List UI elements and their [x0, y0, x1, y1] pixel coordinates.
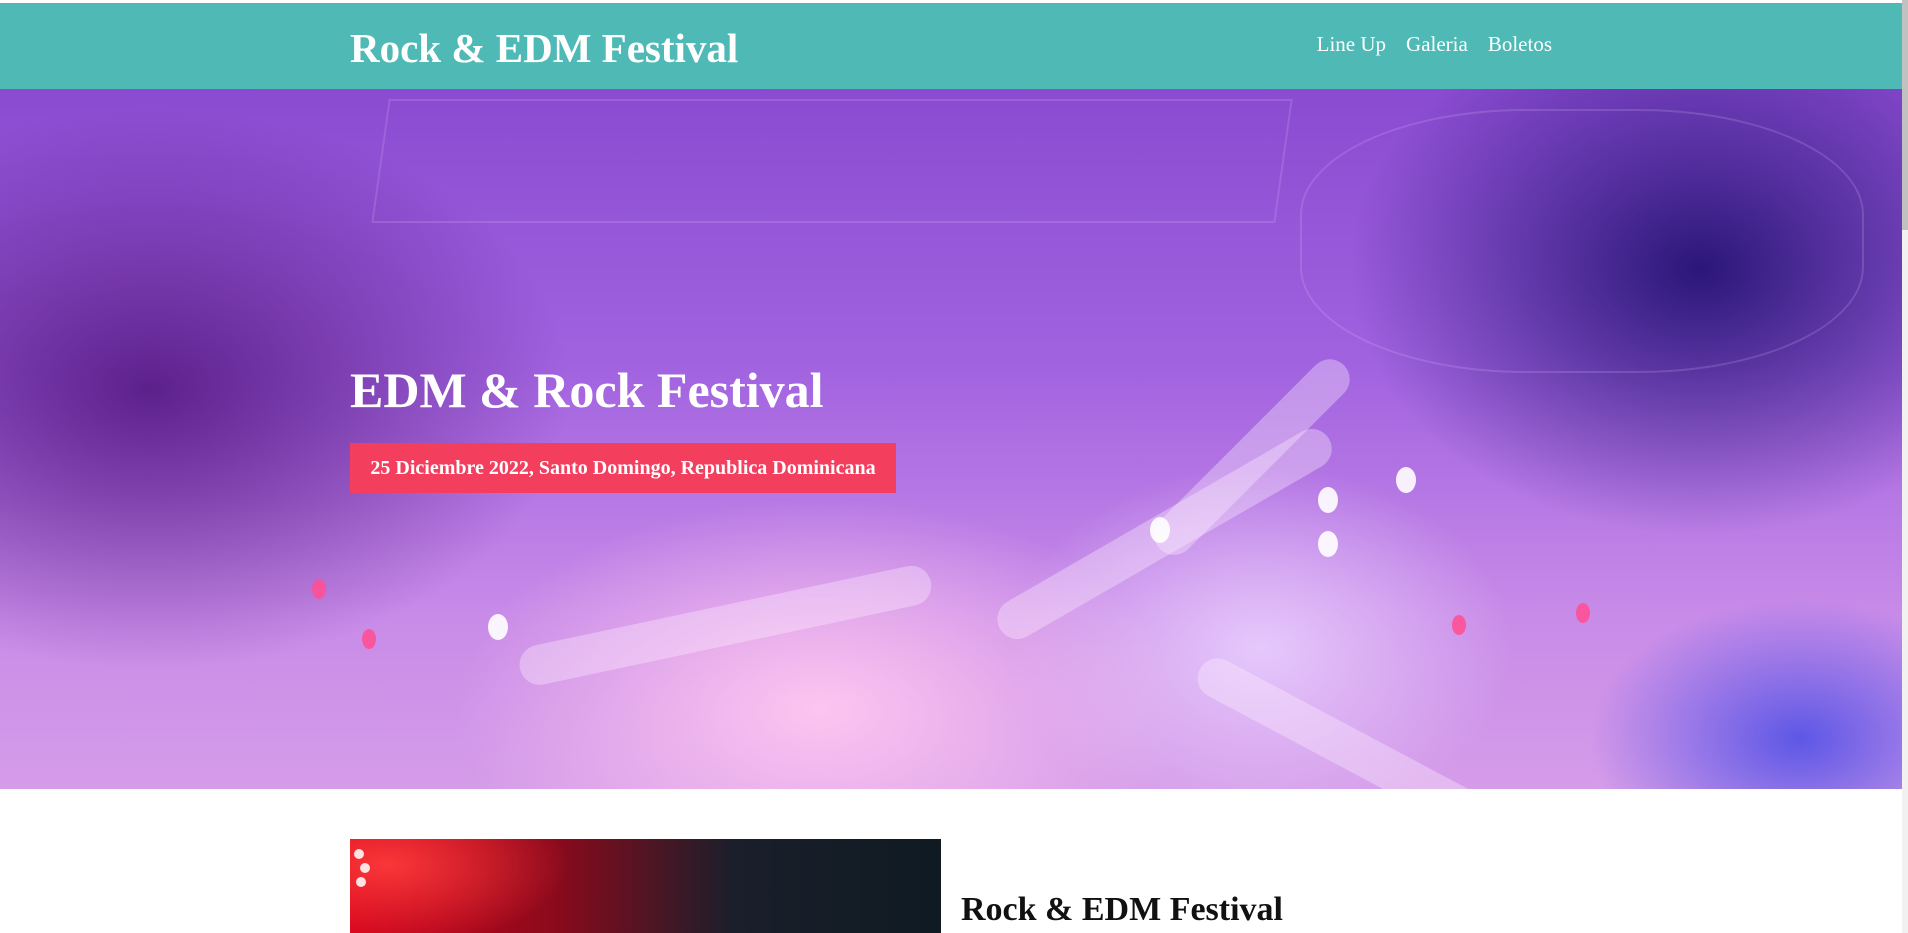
nav-boletos[interactable]: Boletos: [1488, 29, 1552, 59]
stage-spotlight: [1396, 467, 1416, 493]
stage-spotlight: [1318, 531, 1338, 557]
site-title[interactable]: Rock & EDM Festival: [350, 22, 738, 74]
site-header: Rock & EDM Festival Line Up Galeria Bole…: [0, 3, 1902, 89]
section-title: Rock & EDM Festival: [961, 891, 1284, 928]
stage-spotlight: [1318, 487, 1338, 513]
stage-spotlight: [488, 614, 508, 640]
nav-galeria[interactable]: Galeria: [1406, 29, 1468, 59]
stage-red-light: [312, 579, 326, 599]
light-beam: [515, 562, 935, 689]
festival-photo: [350, 839, 941, 933]
page-scrollbar[interactable]: [1902, 0, 1908, 933]
scrollbar-thumb[interactable]: [1902, 0, 1908, 230]
nav-line-up[interactable]: Line Up: [1317, 29, 1386, 59]
stage-spotlight: [1150, 517, 1170, 543]
stage-red-light: [362, 629, 376, 649]
hero-title: EDM & Rock Festival: [350, 362, 824, 418]
stage-red-light: [1452, 615, 1466, 635]
stage-light-dot: [354, 849, 364, 859]
main-nav: Line Up Galeria Boletos: [1317, 29, 1552, 59]
stage-light-dot: [360, 863, 370, 873]
hero-banner: EDM & Rock Festival 25 Diciembre 2022, S…: [0, 89, 1902, 789]
stage-red-light: [1576, 603, 1590, 623]
stage-light-glow: [350, 839, 570, 933]
stage-cables: [1300, 109, 1864, 373]
stage-rig: [371, 99, 1293, 223]
event-date-badge: 25 Diciembre 2022, Santo Domingo, Republ…: [350, 443, 896, 493]
light-beam: [1190, 651, 1581, 789]
stage-light-dot: [356, 877, 366, 887]
